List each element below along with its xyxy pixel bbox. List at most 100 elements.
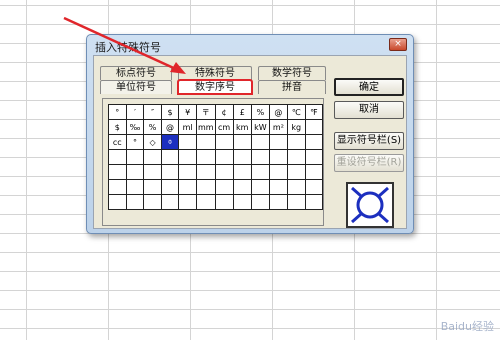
symbol-cell[interactable]: 〒 xyxy=(195,104,216,120)
symbol-cell[interactable] xyxy=(178,179,197,195)
symbol-cell[interactable] xyxy=(195,164,216,180)
symbol-cell[interactable] xyxy=(304,149,324,165)
symbol-cell[interactable]: @ xyxy=(268,104,288,120)
symbol-cell[interactable] xyxy=(125,194,145,210)
symbol-cell[interactable] xyxy=(268,134,288,150)
symbol-cell[interactable] xyxy=(125,164,145,180)
symbol-row: ° ′ ″ $ ¥ 〒 ¢ £% @ ℃ ℉ xyxy=(108,104,324,120)
symbol-cell[interactable] xyxy=(250,179,270,195)
symbol-cell[interactable]: £ xyxy=(232,104,252,120)
symbol-cell[interactable] xyxy=(143,149,162,165)
symbol-cell[interactable] xyxy=(232,179,252,195)
symbol-cell[interactable] xyxy=(250,164,270,180)
symbol-row xyxy=(108,194,324,210)
symbol-cell[interactable]: kg xyxy=(286,119,306,135)
tab-number-sequence[interactable]: 数字序号 xyxy=(177,79,253,95)
symbol-cell[interactable] xyxy=(214,194,234,210)
symbol-cell[interactable] xyxy=(286,164,306,180)
symbol-cell[interactable] xyxy=(268,179,288,195)
symbol-cell[interactable] xyxy=(304,134,324,150)
symbol-cell[interactable] xyxy=(304,164,324,180)
symbol-cell[interactable]: ◇ xyxy=(143,134,162,150)
dialog-title: 插入特殊符号 xyxy=(95,41,161,54)
symbol-cell[interactable]: ‰ xyxy=(125,119,145,135)
symbol-cell[interactable]: % xyxy=(143,119,162,135)
symbol-cell[interactable] xyxy=(214,164,234,180)
symbol-cell[interactable] xyxy=(214,134,234,150)
symbol-cell[interactable] xyxy=(178,194,197,210)
symbol-cell[interactable] xyxy=(108,194,127,210)
symbol-cell[interactable]: ° xyxy=(108,104,127,120)
symbol-cell[interactable]: ℃ xyxy=(286,104,306,120)
symbol-cell[interactable] xyxy=(108,179,127,195)
symbol-cell[interactable]: @ xyxy=(160,119,180,135)
symbol-cell[interactable] xyxy=(232,194,252,210)
tab-math[interactable]: 数学符号 xyxy=(258,66,326,80)
symbol-cell[interactable] xyxy=(250,194,270,210)
symbol-cell[interactable] xyxy=(125,179,145,195)
symbol-cell[interactable] xyxy=(286,179,306,195)
tab-pinyin[interactable]: 拼音 xyxy=(258,80,326,94)
symbol-cell[interactable]: $ xyxy=(160,104,180,120)
symbol-cell[interactable] xyxy=(143,164,162,180)
symbol-cell[interactable] xyxy=(160,179,180,195)
symbol-cell[interactable] xyxy=(304,119,324,135)
symbol-cell[interactable]: cc xyxy=(108,134,127,150)
symbol-cell[interactable]: ¢ xyxy=(214,104,234,120)
symbol-cell[interactable] xyxy=(304,179,324,195)
symbol-cell[interactable] xyxy=(125,149,145,165)
symbol-cell[interactable] xyxy=(195,149,216,165)
symbol-cell[interactable] xyxy=(268,194,288,210)
symbol-cell[interactable] xyxy=(108,164,127,180)
symbol-cell[interactable] xyxy=(143,179,162,195)
symbol-cell[interactable] xyxy=(304,194,324,210)
symbol-cell[interactable]: kW xyxy=(250,119,270,135)
symbol-cell[interactable] xyxy=(232,149,252,165)
symbol-cell[interactable]: km xyxy=(232,119,252,135)
symbol-cell[interactable] xyxy=(232,164,252,180)
symbol-cell[interactable] xyxy=(286,134,306,150)
symbol-cell[interactable] xyxy=(268,164,288,180)
symbol-cell[interactable] xyxy=(286,149,306,165)
symbol-cell[interactable] xyxy=(286,194,306,210)
symbol-cell[interactable]: m² xyxy=(268,119,288,135)
symbol-cell[interactable]: ¥ xyxy=(178,104,197,120)
ok-button[interactable]: 确定 xyxy=(334,78,404,96)
symbol-cell[interactable]: mm xyxy=(195,119,216,135)
symbol-cell[interactable]: ml xyxy=(178,119,197,135)
symbol-cell[interactable]: cm xyxy=(214,119,234,135)
symbol-cell[interactable] xyxy=(195,179,216,195)
symbol-cell[interactable] xyxy=(250,134,270,150)
symbol-cell[interactable] xyxy=(232,134,252,150)
symbol-cell[interactable]: ⌽ xyxy=(160,134,180,150)
symbol-cell[interactable] xyxy=(195,134,216,150)
symbol-cell[interactable]: % xyxy=(250,104,270,120)
symbol-row: $ ‰% @ ml mm cm km kW m² kg xyxy=(108,119,324,135)
symbol-cell[interactable]: ″ xyxy=(143,104,162,120)
tab-special[interactable]: 特殊符号 xyxy=(178,66,252,80)
symbol-cell[interactable] xyxy=(160,164,180,180)
show-symbol-bar-button[interactable]: 显示符号栏(S) xyxy=(334,132,404,150)
symbol-cell[interactable] xyxy=(160,194,180,210)
symbol-cell[interactable] xyxy=(160,149,180,165)
symbol-grid: ° ′ ″ $ ¥ 〒 ¢ £% @ ℃ ℉ $ ‰% @ ml mm cm km kW m² kg cc ° ◇ ⌽ xyxy=(108,104,324,210)
symbol-cell[interactable] xyxy=(178,134,197,150)
symbol-cell[interactable]: ℉ xyxy=(304,104,324,120)
tab-punctuation[interactable]: 标点符号 xyxy=(100,66,172,80)
symbol-cell[interactable]: $ xyxy=(108,119,127,135)
symbol-cell[interactable] xyxy=(214,179,234,195)
symbol-cell[interactable] xyxy=(143,194,162,210)
symbol-cell[interactable] xyxy=(178,164,197,180)
symbol-cell[interactable] xyxy=(214,149,234,165)
symbol-cell[interactable] xyxy=(178,149,197,165)
cancel-button[interactable]: 取消 xyxy=(334,101,404,119)
symbol-cell[interactable]: ′ xyxy=(125,104,145,120)
close-button[interactable]: × xyxy=(389,38,407,51)
symbol-cell[interactable] xyxy=(108,149,127,165)
symbol-cell[interactable] xyxy=(195,194,216,210)
symbol-cell[interactable]: ° xyxy=(125,134,145,150)
symbol-cell[interactable] xyxy=(250,149,270,165)
symbol-cell[interactable] xyxy=(268,149,288,165)
reset-symbol-bar-button: 重设符号栏(R) xyxy=(334,154,404,172)
tab-units[interactable]: 单位符号 xyxy=(100,80,172,94)
